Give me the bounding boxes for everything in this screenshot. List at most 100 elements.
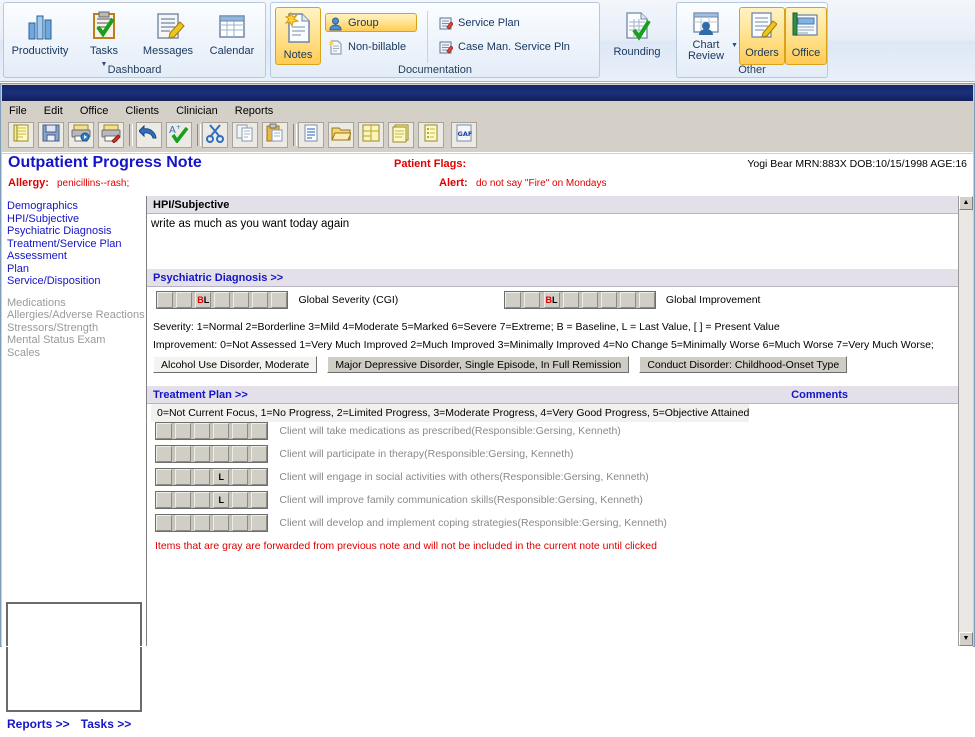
tp-row-3-cell-4[interactable]: L bbox=[213, 469, 230, 485]
cgi-severity-cell-2[interactable] bbox=[176, 292, 193, 308]
section-header-hpi[interactable]: HPI/Subjective bbox=[147, 196, 958, 214]
tp-row-1-cells[interactable] bbox=[155, 422, 269, 440]
hpi-textarea[interactable]: write as much as you want today again bbox=[147, 214, 958, 269]
cgi-severity-cell-6[interactable] bbox=[252, 292, 269, 308]
tp-row-2-cell-2[interactable] bbox=[175, 446, 192, 462]
tp-row-1-cell-5[interactable] bbox=[232, 423, 249, 439]
tp-row-2-cell-1[interactable] bbox=[156, 446, 172, 462]
nav-item-service-disposition[interactable]: Service/Disposition bbox=[2, 275, 146, 288]
main-scrollbar[interactable]: ▲ ▼ bbox=[958, 196, 973, 646]
cgi-improvement-cell-5[interactable] bbox=[581, 292, 598, 308]
cgi-severity-cell-3[interactable]: BL bbox=[195, 292, 212, 308]
cgi-severity-cell-7[interactable] bbox=[271, 292, 288, 308]
ribbon-button-service-plan[interactable]: Service Plan bbox=[435, 13, 575, 32]
cgi-improvement-cell-2[interactable] bbox=[524, 292, 541, 308]
section-header-treatment-plan[interactable]: Treatment Plan >> Comments bbox=[147, 386, 958, 404]
cgi-improvement-cells[interactable]: BL bbox=[504, 291, 656, 309]
ribbon-button-tasks[interactable]: Tasks ▼ bbox=[72, 7, 136, 68]
ribbon-button-notes[interactable]: Notes bbox=[275, 7, 321, 65]
tp-row-5-cells[interactable] bbox=[155, 514, 269, 532]
nav-item-mental-status-exam[interactable]: Mental Status Exam bbox=[2, 334, 146, 347]
toolbar-button-save[interactable] bbox=[38, 122, 64, 148]
nav-item-plan[interactable]: Plan bbox=[2, 263, 146, 276]
tp-row-2-cell-4[interactable] bbox=[213, 446, 230, 462]
tp-row-2-cells[interactable] bbox=[155, 445, 269, 463]
scroll-track[interactable] bbox=[959, 210, 973, 632]
toolbar-button-document-lines[interactable] bbox=[298, 122, 324, 148]
cgi-improvement-cell-3[interactable]: BL bbox=[543, 292, 560, 308]
scroll-down-button[interactable]: ▼ bbox=[959, 632, 973, 646]
tp-row-5-cell-3[interactable] bbox=[194, 515, 211, 531]
nav-item-allergies-adverse-reactions[interactable]: Allergies/Adverse Reactions bbox=[2, 309, 146, 322]
menu-item-office[interactable]: Office bbox=[73, 102, 116, 117]
nav-footer-reports[interactable]: Reports >> bbox=[7, 717, 70, 731]
tp-row-4-cell-2[interactable] bbox=[175, 492, 192, 508]
tp-row-1-cell-3[interactable] bbox=[194, 423, 211, 439]
nav-item-medications[interactable]: Medications bbox=[2, 297, 146, 310]
nav-side-box[interactable] bbox=[6, 602, 142, 712]
tp-row-3-cells[interactable]: L bbox=[155, 468, 269, 486]
toolbar-button-cut[interactable] bbox=[202, 122, 228, 148]
tp-row-5-cell-6[interactable] bbox=[251, 515, 268, 531]
tp-row-5-cell-2[interactable] bbox=[175, 515, 192, 531]
toolbar-button-copy[interactable] bbox=[232, 122, 258, 148]
tp-row-3-cell-2[interactable] bbox=[175, 469, 192, 485]
tp-row-3-cell-1[interactable] bbox=[156, 469, 172, 485]
tp-row-2-cell-5[interactable] bbox=[232, 446, 249, 462]
ribbon-button-messages[interactable]: Messages bbox=[136, 7, 200, 65]
tp-row-5-cell-5[interactable] bbox=[232, 515, 249, 531]
diagnosis-button-3[interactable]: Conduct Disorder: Childhood-Onset Type bbox=[639, 356, 848, 373]
tp-row-4-cells[interactable]: L bbox=[155, 491, 269, 509]
tp-row-1-cell-4[interactable] bbox=[213, 423, 230, 439]
toolbar-button-notepad[interactable] bbox=[388, 122, 414, 148]
toolbar-button-new-note[interactable] bbox=[8, 122, 34, 148]
cgi-improvement-cell-8[interactable] bbox=[638, 292, 655, 308]
tp-row-3-cell-5[interactable] bbox=[232, 469, 249, 485]
tp-row-4-cell-1[interactable] bbox=[156, 492, 172, 508]
nav-item-psychiatric-diagnosis[interactable]: Psychiatric Diagnosis bbox=[2, 225, 146, 238]
tp-row-3-cell-6[interactable] bbox=[251, 469, 268, 485]
tp-row-4-cell-3[interactable] bbox=[194, 492, 211, 508]
chevron-down-icon[interactable]: ▼ bbox=[731, 42, 738, 49]
menu-item-edit[interactable]: Edit bbox=[37, 102, 70, 117]
ribbon-button-office[interactable]: Office bbox=[785, 7, 827, 65]
section-header-psychiatric-diagnosis[interactable]: Psychiatric Diagnosis >> bbox=[147, 269, 958, 287]
diagnosis-button-1[interactable]: Alcohol Use Disorder, Moderate bbox=[153, 356, 318, 373]
ribbon-button-orders[interactable]: Orders bbox=[739, 7, 785, 65]
cgi-severity-cell-1[interactable] bbox=[157, 292, 174, 308]
tp-row-1-cell-1[interactable] bbox=[156, 423, 172, 439]
ribbon-button-non-billable[interactable]: Non-billable bbox=[325, 37, 417, 56]
ribbon-button-group[interactable]: Group bbox=[325, 13, 417, 32]
cgi-improvement-cell-6[interactable] bbox=[600, 292, 617, 308]
nav-item-hpi-subjective[interactable]: HPI/Subjective bbox=[2, 213, 146, 226]
ribbon-button-calendar[interactable]: Calendar bbox=[200, 7, 264, 65]
nav-item-demographics[interactable]: Demographics bbox=[2, 200, 146, 213]
toolbar-button-print-setup[interactable] bbox=[98, 122, 124, 148]
toolbar-button-list[interactable] bbox=[418, 122, 444, 148]
nav-item-scales[interactable]: Scales bbox=[2, 347, 146, 360]
toolbar-button-open-folder[interactable] bbox=[328, 122, 354, 148]
nav-footer-tasks[interactable]: Tasks >> bbox=[81, 717, 131, 731]
cgi-severity-cell-5[interactable] bbox=[233, 292, 250, 308]
tp-row-4-cell-5[interactable] bbox=[232, 492, 249, 508]
nav-item-stressors-strength[interactable]: Stressors/Strength bbox=[2, 322, 146, 335]
ribbon-button-productivity[interactable]: Productivity bbox=[8, 7, 72, 65]
cgi-severity-cells[interactable]: BL bbox=[156, 291, 289, 309]
menu-item-reports[interactable]: Reports bbox=[228, 102, 281, 117]
menu-item-clients[interactable]: Clients bbox=[118, 102, 166, 117]
toolbar-button-template[interactable] bbox=[358, 122, 384, 148]
tp-row-4-cell-4[interactable]: L bbox=[213, 492, 230, 508]
cgi-severity-cell-4[interactable] bbox=[214, 292, 231, 308]
toolbar-button-undo[interactable] bbox=[136, 122, 162, 148]
tp-row-4-cell-6[interactable] bbox=[251, 492, 268, 508]
tp-row-2-cell-3[interactable] bbox=[194, 446, 211, 462]
toolbar-button-print[interactable] bbox=[68, 122, 94, 148]
nav-item-assessment[interactable]: Assessment bbox=[2, 250, 146, 263]
cgi-improvement-cell-7[interactable] bbox=[619, 292, 636, 308]
cgi-improvement-cell-4[interactable] bbox=[562, 292, 579, 308]
nav-item-treatment-service-plan[interactable]: Treatment/Service Plan bbox=[2, 238, 146, 251]
ribbon-button-rounding[interactable]: Rounding bbox=[602, 6, 672, 64]
ribbon-button-chart-review[interactable]: Chart Review bbox=[680, 7, 732, 65]
cgi-improvement-cell-1[interactable] bbox=[505, 292, 522, 308]
ribbon-button-case-man-service-plan[interactable]: Case Man. Service Pln bbox=[435, 37, 587, 56]
